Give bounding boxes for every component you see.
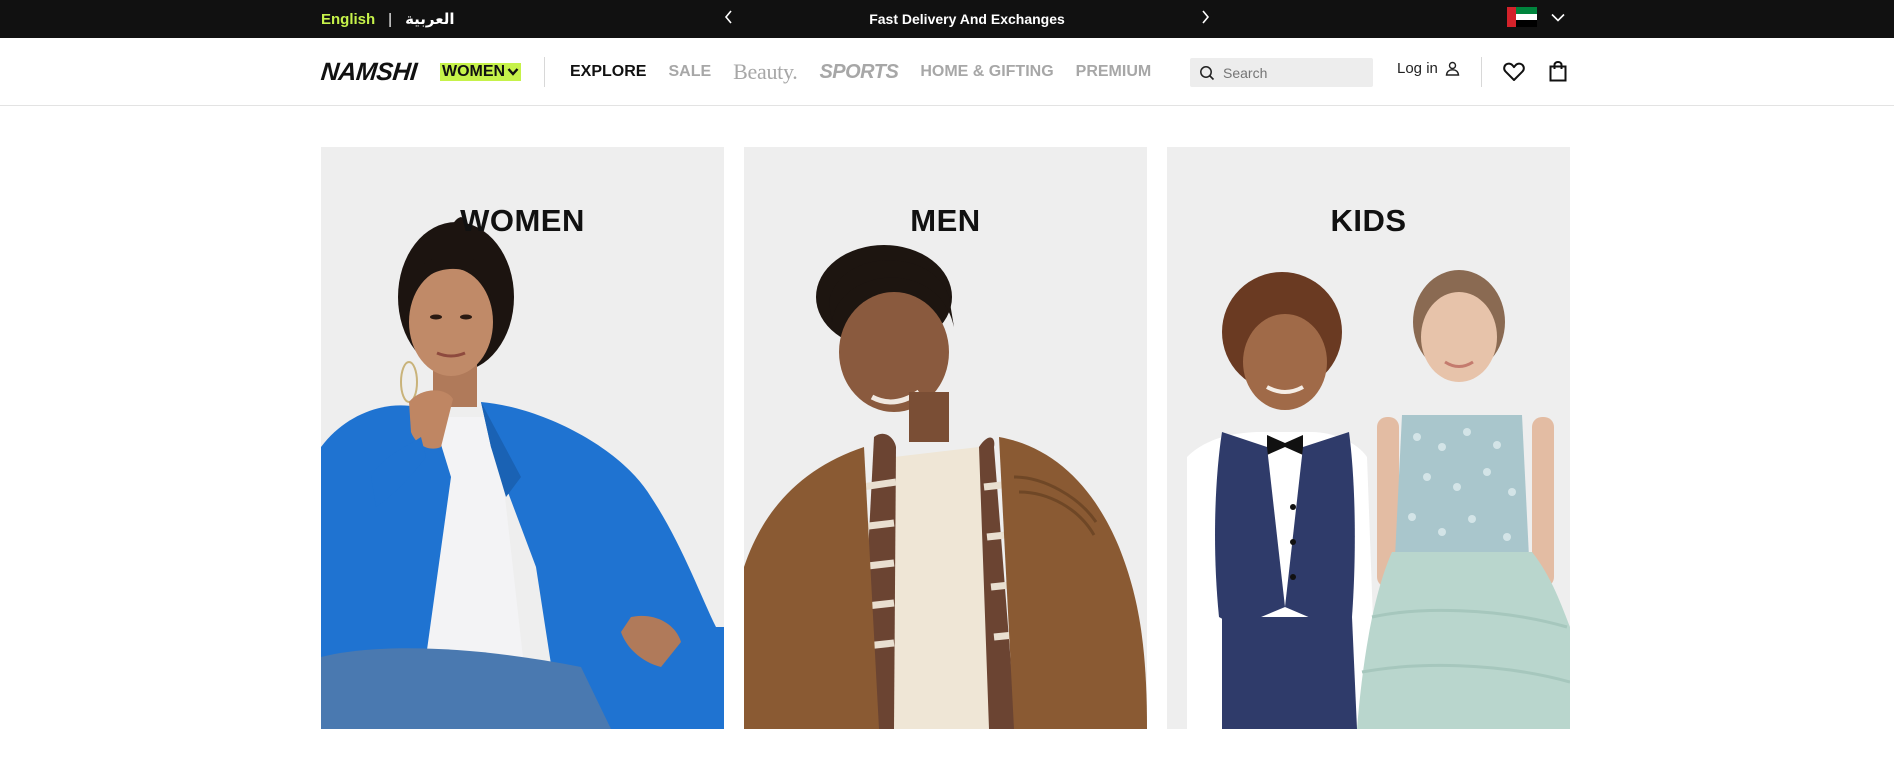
category-card-kids[interactable]: KIDS — [1167, 147, 1570, 729]
heart-icon — [1503, 62, 1525, 81]
chevron-right-icon[interactable] — [1196, 8, 1214, 26]
announcement-bar: English | العربية Fast Delivery And Exch… — [0, 0, 1894, 38]
country-selector[interactable] — [1507, 7, 1565, 28]
chevron-down-icon — [1551, 10, 1565, 24]
nav-sports[interactable]: SPORTS — [819, 61, 898, 84]
login-label: Log in — [1397, 60, 1438, 77]
wishlist-button[interactable] — [1503, 62, 1525, 87]
login-button[interactable]: Log in — [1397, 60, 1460, 77]
shopping-bag-icon — [1549, 60, 1567, 82]
search-box[interactable] — [1190, 58, 1373, 87]
search-input[interactable] — [1223, 64, 1363, 81]
department-label: WOMEN — [442, 63, 506, 80]
department-selector[interactable]: WOMEN — [440, 63, 522, 81]
nav-beauty[interactable]: Beauty. — [733, 59, 798, 85]
language-arabic[interactable]: العربية — [405, 10, 454, 28]
promo-carousel: Fast Delivery And Exchanges — [720, 0, 1214, 38]
chevron-down-icon — [507, 68, 519, 76]
main-header: NAMSHI WOMEN EXPLORE SALE Beauty. SPORTS… — [0, 38, 1894, 106]
category-title: MEN — [910, 203, 981, 238]
category-card-men[interactable]: MEN — [744, 147, 1147, 729]
header-divider — [1481, 57, 1482, 87]
category-title: KIDS — [1330, 203, 1407, 238]
nav-explore[interactable]: EXPLORE — [570, 63, 646, 81]
uae-flag-icon — [1507, 7, 1537, 28]
namshi-logo[interactable]: NAMSHI — [319, 58, 419, 87]
bag-button[interactable] — [1549, 60, 1567, 87]
nav-sale[interactable]: SALE — [668, 63, 711, 81]
chevron-left-icon[interactable] — [720, 8, 738, 26]
category-card-women[interactable]: WOMEN — [321, 147, 724, 729]
nav-home-gifting[interactable]: HOME & GIFTING — [920, 63, 1053, 81]
main-nav: EXPLORE SALE Beauty. SPORTS HOME & GIFTI… — [570, 38, 1173, 106]
user-icon — [1445, 61, 1460, 76]
category-cards: WOMEN MEN KIDS — [321, 147, 1570, 729]
search-icon — [1200, 65, 1215, 80]
promo-text: Fast Delivery And Exchanges — [869, 11, 1065, 27]
language-switcher: English | العربية — [321, 0, 455, 38]
nav-divider — [544, 57, 545, 87]
category-title: WOMEN — [460, 203, 585, 238]
language-english[interactable]: English — [321, 11, 375, 28]
nav-premium[interactable]: PREMIUM — [1076, 63, 1152, 81]
language-separator: | — [388, 10, 393, 28]
